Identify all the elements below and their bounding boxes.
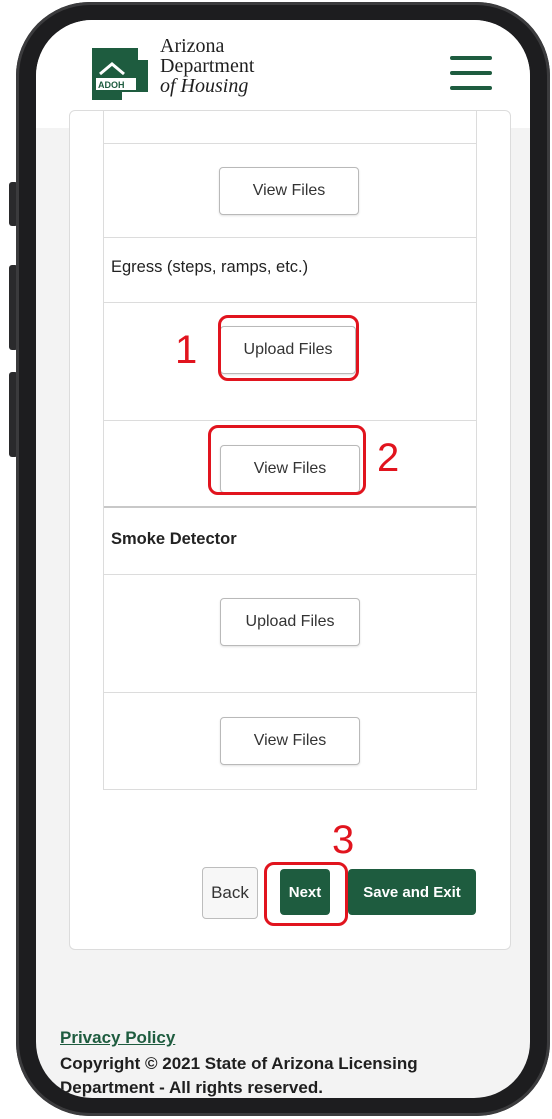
adoh-logo-icon: ADOH bbox=[92, 48, 148, 100]
table-row: Upload Files bbox=[104, 574, 476, 693]
adoh-logo[interactable]: ADOH bbox=[88, 44, 152, 102]
section-label-smoke-detector: Smoke Detector bbox=[111, 530, 237, 548]
org-name: Arizona Department of Housing bbox=[160, 36, 254, 96]
highlight-box-1 bbox=[218, 315, 359, 381]
privacy-policy-link[interactable]: Privacy Policy bbox=[60, 1028, 175, 1048]
form-card: View Files Egress (steps, ramps, etc.) U… bbox=[69, 110, 511, 950]
table-row: View Files bbox=[104, 692, 476, 790]
highlight-box-2 bbox=[208, 425, 366, 495]
view-files-button[interactable]: View Files bbox=[219, 167, 359, 215]
org-name-line1: Arizona bbox=[160, 35, 225, 57]
upload-files-button-smoke-detector[interactable]: Upload Files bbox=[220, 598, 360, 646]
view-files-button-smoke-detector[interactable]: View Files bbox=[220, 717, 360, 765]
back-button[interactable]: Back bbox=[202, 867, 258, 919]
save-and-exit-button[interactable]: Save and Exit bbox=[348, 869, 476, 915]
hamburger-menu-icon[interactable] bbox=[450, 56, 492, 90]
table-row: Egress (steps, ramps, etc.) bbox=[104, 237, 476, 303]
step-marker-1: 1 bbox=[175, 328, 198, 372]
phone-screen: ADOH Arizona Department of Housing View … bbox=[36, 20, 530, 1098]
logo-text: ADOH bbox=[98, 80, 125, 90]
org-name-line3: of Housing bbox=[160, 75, 249, 97]
org-name-line2: Department bbox=[160, 55, 255, 77]
table-row: View Files bbox=[104, 143, 476, 238]
highlight-box-3 bbox=[264, 862, 348, 926]
copyright-text: Copyright © 2021 State of Arizona Licens… bbox=[60, 1054, 418, 1097]
step-marker-2: 2 bbox=[377, 436, 400, 480]
step-marker-3: 3 bbox=[332, 818, 355, 862]
phone-frame: ADOH Arizona Department of Housing View … bbox=[0, 0, 552, 1119]
table-row: Smoke Detector bbox=[104, 506, 476, 576]
section-label-egress: Egress (steps, ramps, etc.) bbox=[111, 258, 309, 276]
